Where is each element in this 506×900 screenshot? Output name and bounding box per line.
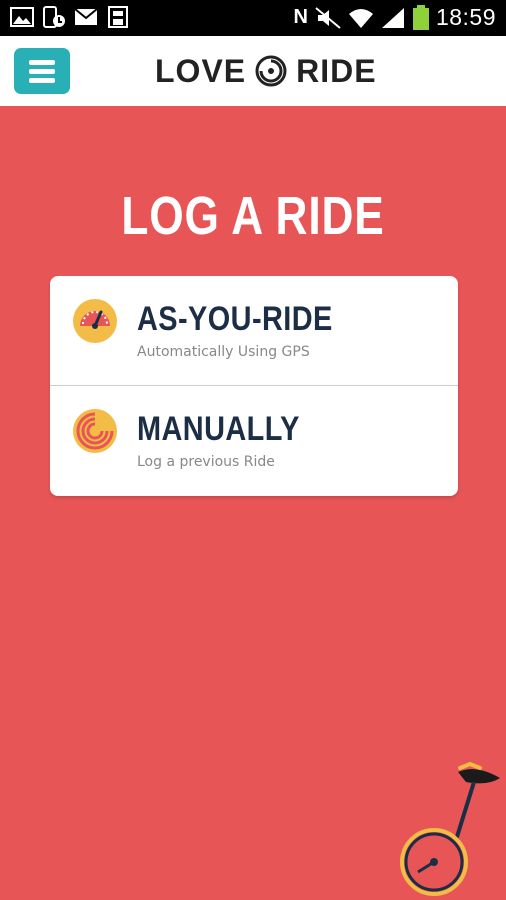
image-icon: [10, 7, 34, 27]
mute-icon: [315, 6, 341, 29]
clock: 18:59: [435, 4, 496, 30]
save-icon: [108, 6, 128, 28]
as-you-ride-title: AS-YOU-RIDE: [137, 300, 333, 338]
phone-update-icon: [43, 6, 65, 28]
signal-icon: [381, 7, 404, 28]
love-to-ride-logo: LOVE RIDE: [155, 53, 377, 89]
manually-option[interactable]: MANUALLY Log a previous Ride: [50, 386, 458, 496]
notification-icons: [10, 6, 130, 28]
ride-options-card: AS-YOU-RIDE Automatically Using GPS MANU…: [50, 276, 458, 496]
logo-wheel-icon: [255, 55, 287, 87]
status-bar: N 18:59: [0, 0, 506, 36]
system-icons: N 18:59: [293, 4, 496, 31]
app-header: LOVE RIDE: [0, 36, 506, 106]
menu-button[interactable]: [14, 48, 70, 94]
hamburger-line: [29, 69, 55, 74]
logo-text-ride: RIDE: [296, 52, 377, 89]
network-letter: N: [293, 6, 308, 28]
battery-icon: [412, 4, 429, 30]
mail-icon: [74, 8, 98, 25]
speedometer-icon: [73, 299, 117, 343]
unicycle-illustration: [400, 761, 500, 896]
manually-title: MANUALLY: [137, 410, 300, 448]
page-title: LOG A RIDE: [121, 186, 385, 246]
as-you-ride-option[interactable]: AS-YOU-RIDE Automatically Using GPS: [50, 276, 458, 386]
wifi-icon: [348, 8, 373, 28]
hamburger-line: [29, 78, 55, 83]
logo-text-love: LOVE: [155, 52, 247, 89]
spiral-icon: [73, 409, 117, 453]
as-you-ride-subtitle: Automatically Using GPS: [137, 344, 310, 360]
manually-subtitle: Log a previous Ride: [137, 454, 275, 470]
hamburger-menu-icon: [29, 60, 55, 65]
